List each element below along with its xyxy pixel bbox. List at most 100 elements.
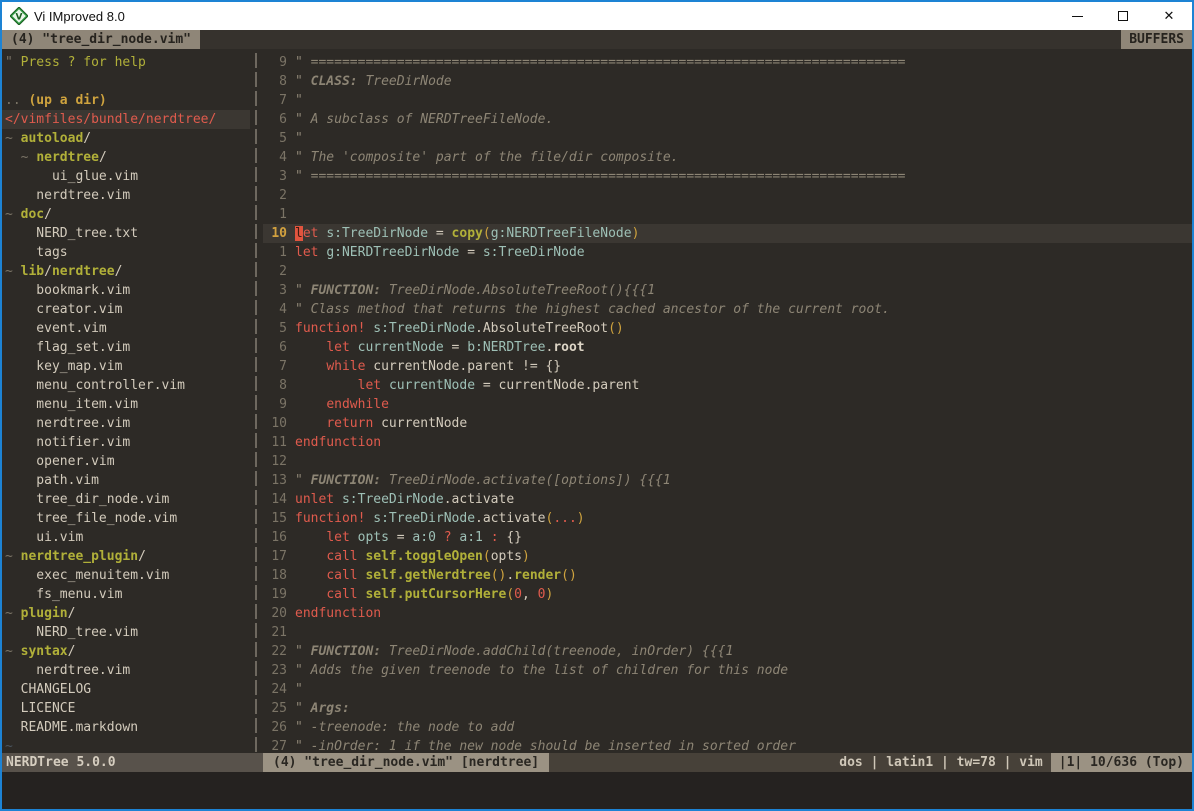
code-line[interactable]: 6" A subclass of NERDTreeFileNode.	[263, 110, 1192, 129]
code-line[interactable]: 5function! s:TreeDirNode.AbsoluteTreeRoo…	[263, 319, 1192, 338]
code-line[interactable]: 18 call self.getNerdtree().render()	[263, 566, 1192, 585]
tree-item[interactable]: ~ nerdtree/	[5, 148, 250, 167]
code-token	[295, 397, 326, 412]
code-line[interactable]: 13" FUNCTION: TreeDirNode.activate([opti…	[263, 471, 1192, 490]
tree-item[interactable]: ~ doc/	[5, 205, 250, 224]
code-token: .AbsoluteTreeRoot	[475, 321, 608, 336]
tree-item[interactable]: creator.vim	[5, 300, 250, 319]
code-token: endfunction	[295, 606, 381, 621]
tree-item[interactable]: </vimfiles/bundle/nerdtree/	[2, 110, 250, 129]
tree-item[interactable]: menu_controller.vim	[5, 376, 250, 395]
code-line[interactable]: 6 let currentNode = b:NERDTree.root	[263, 338, 1192, 357]
code-token: et	[303, 226, 319, 241]
tree-item[interactable]: ~ nerdtree_plugin/	[5, 547, 250, 566]
tree-item[interactable]: ~ plugin/	[5, 604, 250, 623]
tree-item[interactable]: exec_menuitem.vim	[5, 566, 250, 585]
tree-item[interactable]: ui.vim	[5, 528, 250, 547]
tab-active[interactable]: (4) "tree_dir_node.vim"	[2, 30, 200, 49]
code-token	[295, 340, 326, 355]
tree-item[interactable]: ~	[5, 737, 250, 753]
code-line[interactable]: 8" CLASS: TreeDirNode	[263, 72, 1192, 91]
code-line[interactable]: 21	[263, 623, 1192, 642]
maximize-button[interactable]	[1100, 2, 1146, 30]
code-line-text: " ======================================…	[287, 167, 905, 186]
command-line-area[interactable]	[2, 772, 1192, 809]
tree-item[interactable]: flag_set.vim	[5, 338, 250, 357]
code-token: ~	[5, 606, 21, 621]
tree-item[interactable]: nerdtree.vim	[5, 661, 250, 680]
separator-line	[255, 53, 257, 753]
code-line[interactable]: 23" Adds the given treenode to the list …	[263, 661, 1192, 680]
code-line[interactable]: 2	[263, 186, 1192, 205]
line-number: 22	[263, 642, 287, 661]
code-token: " Adds the given treenode to the list of…	[295, 663, 788, 678]
code-token: =	[389, 530, 412, 545]
code-line[interactable]: 4" The 'composite' part of the file/dir …	[263, 148, 1192, 167]
tree-item[interactable]: ~ autoload/	[5, 129, 250, 148]
code-token: TreeDirNode.activate([options]) {{{1	[381, 473, 671, 488]
code-token: s:TreeDirNode	[373, 321, 475, 336]
vertical-split-separator[interactable]	[250, 49, 263, 753]
code-token: ~	[5, 207, 21, 222]
code-line[interactable]: 12	[263, 452, 1192, 471]
code-line[interactable]: 14unlet s:TreeDirNode.activate	[263, 490, 1192, 509]
code-token: /	[83, 131, 91, 146]
tree-item[interactable]: CHANGELOG	[5, 680, 250, 699]
tree-item[interactable]: nerdtree.vim	[5, 414, 250, 433]
tree-item[interactable]: notifier.vim	[5, 433, 250, 452]
tree-item[interactable]: menu_item.vim	[5, 395, 250, 414]
code-line[interactable]: 5"	[263, 129, 1192, 148]
tree-item[interactable]: README.markdown	[5, 718, 250, 737]
code-line[interactable]: 1	[263, 205, 1192, 224]
code-line[interactable]: 10let s:TreeDirNode = copy(g:NERDTreeFil…	[263, 224, 1192, 243]
tree-item[interactable]: NERD_tree.vim	[5, 623, 250, 642]
tree-item[interactable]: ~ syntax/	[5, 642, 250, 661]
tree-item[interactable]: key_map.vim	[5, 357, 250, 376]
line-number: 21	[263, 623, 287, 642]
code-line[interactable]: 10 return currentNode	[263, 414, 1192, 433]
code-line[interactable]: 4" Class method that returns the highest…	[263, 300, 1192, 319]
code-line[interactable]: 19 call self.putCursorHere(0, 0)	[263, 585, 1192, 604]
code-line[interactable]: 24"	[263, 680, 1192, 699]
tree-item[interactable]: opener.vim	[5, 452, 250, 471]
tree-item[interactable]: .. (up a dir)	[5, 91, 250, 110]
code-line[interactable]: 17 call self.toggleOpen(opts)	[263, 547, 1192, 566]
code-line[interactable]: 1let g:NERDTreeDirNode = s:TreeDirNode	[263, 243, 1192, 262]
code-line[interactable]: 7 while currentNode.parent != {}	[263, 357, 1192, 376]
tree-item[interactable]: event.vim	[5, 319, 250, 338]
code-line[interactable]: 7"	[263, 91, 1192, 110]
tree-item[interactable]: nerdtree.vim	[5, 186, 250, 205]
code-line[interactable]: 25" Args:	[263, 699, 1192, 718]
code-token: nerdtree.vim	[5, 416, 130, 431]
code-line[interactable]: 26" -treenode: the node to add	[263, 718, 1192, 737]
tree-item[interactable]: fs_menu.vim	[5, 585, 250, 604]
tree-item[interactable]: ~ lib/nerdtree/	[5, 262, 250, 281]
tree-item[interactable]	[5, 72, 250, 91]
tree-item[interactable]: bookmark.vim	[5, 281, 250, 300]
close-button[interactable]: ✕	[1146, 2, 1192, 30]
code-line[interactable]: 8 let currentNode = currentNode.parent	[263, 376, 1192, 395]
tree-item[interactable]: tree_dir_node.vim	[5, 490, 250, 509]
minimize-button[interactable]	[1054, 2, 1100, 30]
code-line[interactable]: 15function! s:TreeDirNode.activate(...)	[263, 509, 1192, 528]
code-line[interactable]: 9" =====================================…	[263, 53, 1192, 72]
code-line[interactable]: 2	[263, 262, 1192, 281]
tree-item[interactable]: path.vim	[5, 471, 250, 490]
tree-item[interactable]: LICENCE	[5, 699, 250, 718]
tree-item[interactable]: tags	[5, 243, 250, 262]
line-number: 12	[263, 452, 287, 471]
tree-item[interactable]: ui_glue.vim	[5, 167, 250, 186]
tree-item[interactable]: " Press ? for help	[5, 53, 250, 72]
code-line[interactable]: 11endfunction	[263, 433, 1192, 452]
code-line[interactable]: 20endfunction	[263, 604, 1192, 623]
tree-item[interactable]: NERD_tree.txt	[5, 224, 250, 243]
code-line[interactable]: 22" FUNCTION: TreeDirNode.addChild(treen…	[263, 642, 1192, 661]
minimize-icon	[1072, 16, 1083, 17]
code-line[interactable]: 9 endwhile	[263, 395, 1192, 414]
tree-item[interactable]: tree_file_node.vim	[5, 509, 250, 528]
code-line[interactable]: 3" =====================================…	[263, 167, 1192, 186]
code-token: notifier.vim	[5, 435, 130, 450]
code-line[interactable]: 16 let opts = a:0 ? a:1 : {}	[263, 528, 1192, 547]
code-line[interactable]: 3" FUNCTION: TreeDirNode.AbsoluteTreeRoo…	[263, 281, 1192, 300]
code-line[interactable]: 27" -inOrder: 1 if the new node should b…	[263, 737, 1192, 753]
